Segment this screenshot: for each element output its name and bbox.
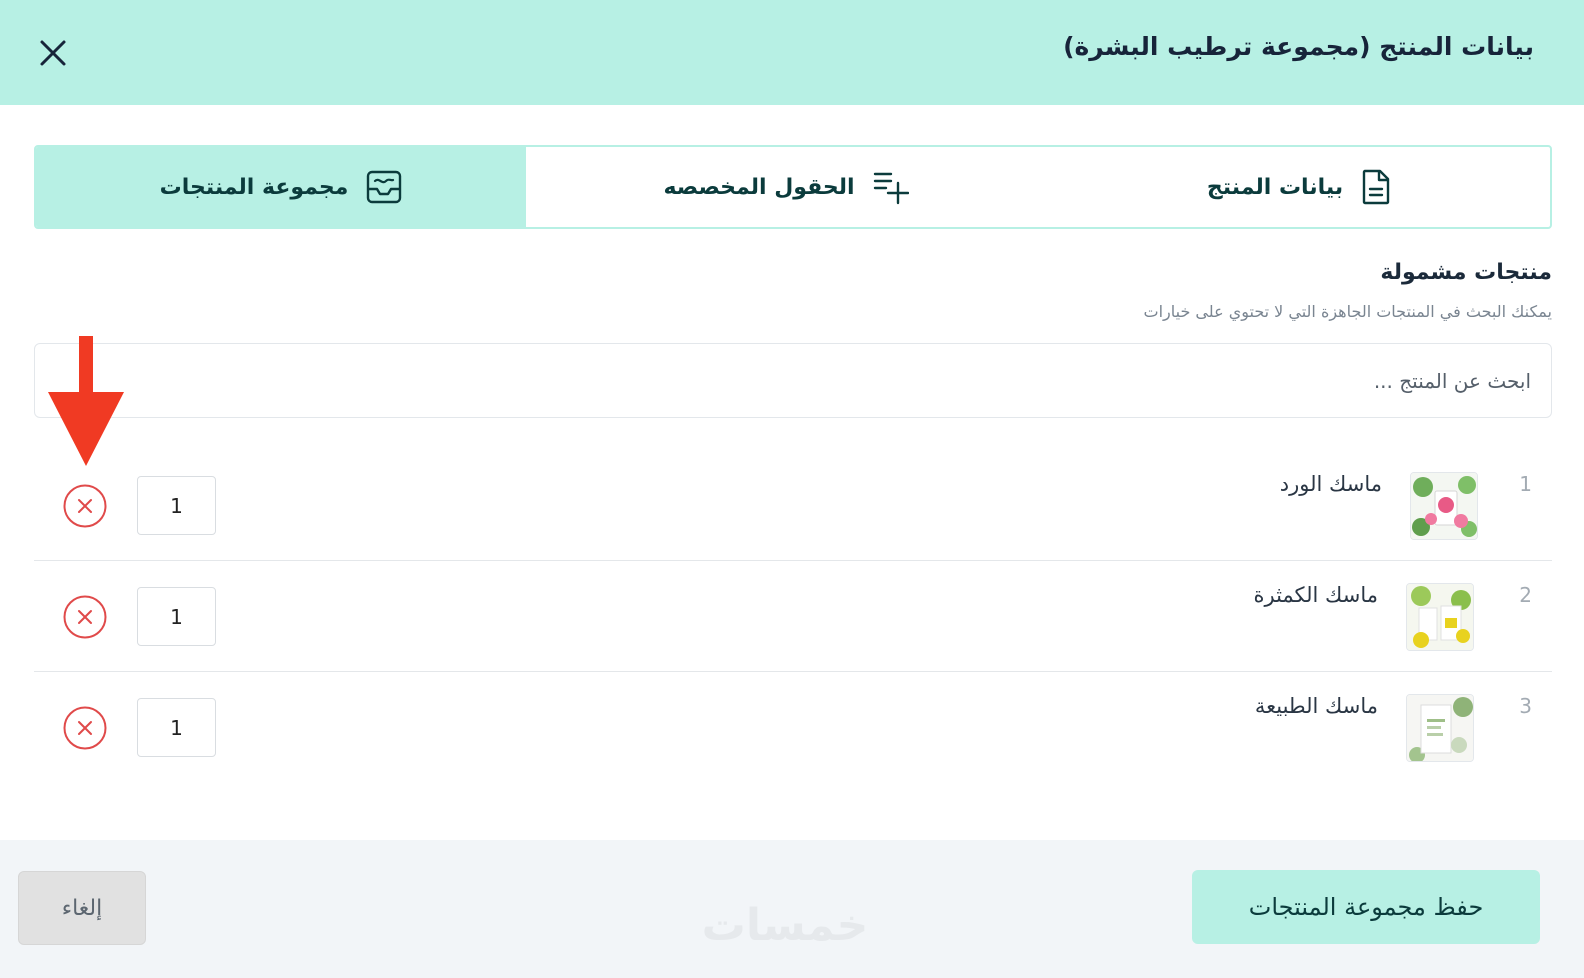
dialog-header: بيانات المنتج (مجموعة ترطيب البشرة) xyxy=(0,0,1584,105)
tab-bar: بيانات المنتج الحقول المخصصه مجموعة المن… xyxy=(34,145,1552,229)
cancel-button[interactable]: إلغاء xyxy=(18,871,146,945)
product-name: ماسك الكمثرة xyxy=(1253,583,1378,607)
tab-product-group[interactable]: مجموعة المنتجات xyxy=(36,147,526,227)
row-index: 1 xyxy=(1519,472,1532,496)
document-icon xyxy=(1362,169,1390,205)
product-row: 1 ماسك الورد xyxy=(34,450,1552,561)
close-icon[interactable] xyxy=(36,36,70,70)
quantity-input[interactable] xyxy=(137,698,216,757)
tab-product-data[interactable]: بيانات المنتج xyxy=(1046,147,1550,227)
product-thumbnail xyxy=(1406,694,1474,762)
row-index: 3 xyxy=(1519,694,1532,718)
tab-label: مجموعة المنتجات xyxy=(159,174,349,200)
section-title: منتجات مشمولة xyxy=(1380,260,1552,285)
quantity-input[interactable] xyxy=(137,476,216,535)
list-add-icon xyxy=(873,172,909,205)
dialog-title: بيانات المنتج (مجموعة ترطيب البشرة) xyxy=(1063,32,1534,61)
tab-custom-fields[interactable]: الحقول المخصصه xyxy=(526,147,1046,227)
product-name: ماسك الورد xyxy=(1279,472,1382,496)
tab-label: الحقول المخصصه xyxy=(663,174,855,200)
save-product-group-button[interactable]: حفظ مجموعة المنتجات xyxy=(1192,870,1540,944)
annotation-arrow-icon xyxy=(48,336,124,466)
remove-icon[interactable] xyxy=(62,705,108,751)
tab-label: بيانات المنتج xyxy=(1206,174,1344,200)
product-row: 2 ماسك الكمثرة xyxy=(34,561,1552,672)
product-name: ماسك الطبيعة xyxy=(1254,694,1378,718)
remove-icon[interactable] xyxy=(62,594,108,640)
product-thumbnail xyxy=(1410,472,1478,540)
remove-icon[interactable] xyxy=(62,483,108,529)
quantity-input[interactable] xyxy=(137,587,216,646)
watermark: خمسات xyxy=(701,900,869,951)
product-thumbnail xyxy=(1406,583,1474,651)
inbox-icon xyxy=(367,170,402,204)
section-hint: يمكنك البحث في المنتجات الجاهزة التي لا … xyxy=(1143,302,1552,321)
product-search-input[interactable] xyxy=(35,344,1551,417)
row-index: 2 xyxy=(1519,583,1532,607)
product-row: 3 ماسك الطبيعة xyxy=(34,672,1552,783)
product-search-box xyxy=(34,343,1552,418)
